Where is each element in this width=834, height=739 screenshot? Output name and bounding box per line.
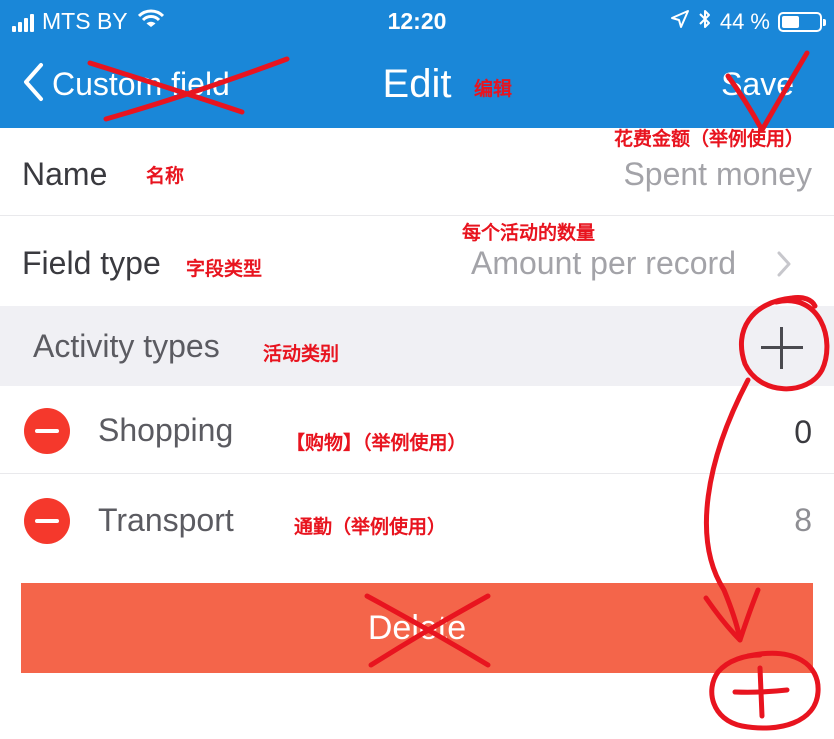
annotation-field-value: 每个活动的数量 xyxy=(462,223,596,244)
add-activity-icon[interactable] xyxy=(761,327,803,369)
status-right: 44 % xyxy=(670,8,826,36)
save-button[interactable]: Save xyxy=(721,66,794,103)
name-value[interactable]: Spent money xyxy=(623,156,812,193)
annotation-transport: 通勤（举例使用） xyxy=(294,517,447,538)
chevron-right-icon xyxy=(776,250,792,283)
activity-types-header: Activity types xyxy=(0,306,834,386)
delete-button[interactable]: Delete xyxy=(21,583,813,673)
annotation-shopping: 【购物】（举例使用） xyxy=(286,433,467,454)
location-arrow-icon xyxy=(670,9,690,35)
annotation-field-type: 字段类型 xyxy=(186,259,263,280)
page-title: Edit xyxy=(382,62,452,106)
annotation-name: 名称 xyxy=(146,166,185,187)
field-type-row[interactable]: Field type Amount per record xyxy=(0,216,834,306)
plus-mark xyxy=(757,665,765,719)
annotation-save: 花费金额（举例使用） xyxy=(614,129,805,150)
name-label: Name xyxy=(22,156,108,192)
activity-count: 0 xyxy=(794,414,812,450)
remove-icon[interactable] xyxy=(24,498,70,544)
field-type-value: Amount per record xyxy=(470,245,736,281)
annotation-edit: 编辑 xyxy=(474,79,513,100)
activity-count: 8 xyxy=(794,502,812,538)
activity-name: Shopping xyxy=(98,412,234,448)
activity-name: Transport xyxy=(98,502,234,538)
nav-bar: Custom field Edit Save xyxy=(0,42,834,128)
remove-icon[interactable] xyxy=(24,408,70,454)
bluetooth-icon xyxy=(698,8,712,36)
status-bar: MTS BY 12:20 44 % xyxy=(0,0,834,42)
section-title: Activity types xyxy=(33,328,220,364)
field-type-label: Field type xyxy=(22,245,161,281)
battery-percent: 44 % xyxy=(719,9,770,34)
battery-icon xyxy=(778,12,826,32)
plus-mark xyxy=(732,687,790,695)
annotation-activity-types: 活动类别 xyxy=(263,344,340,365)
